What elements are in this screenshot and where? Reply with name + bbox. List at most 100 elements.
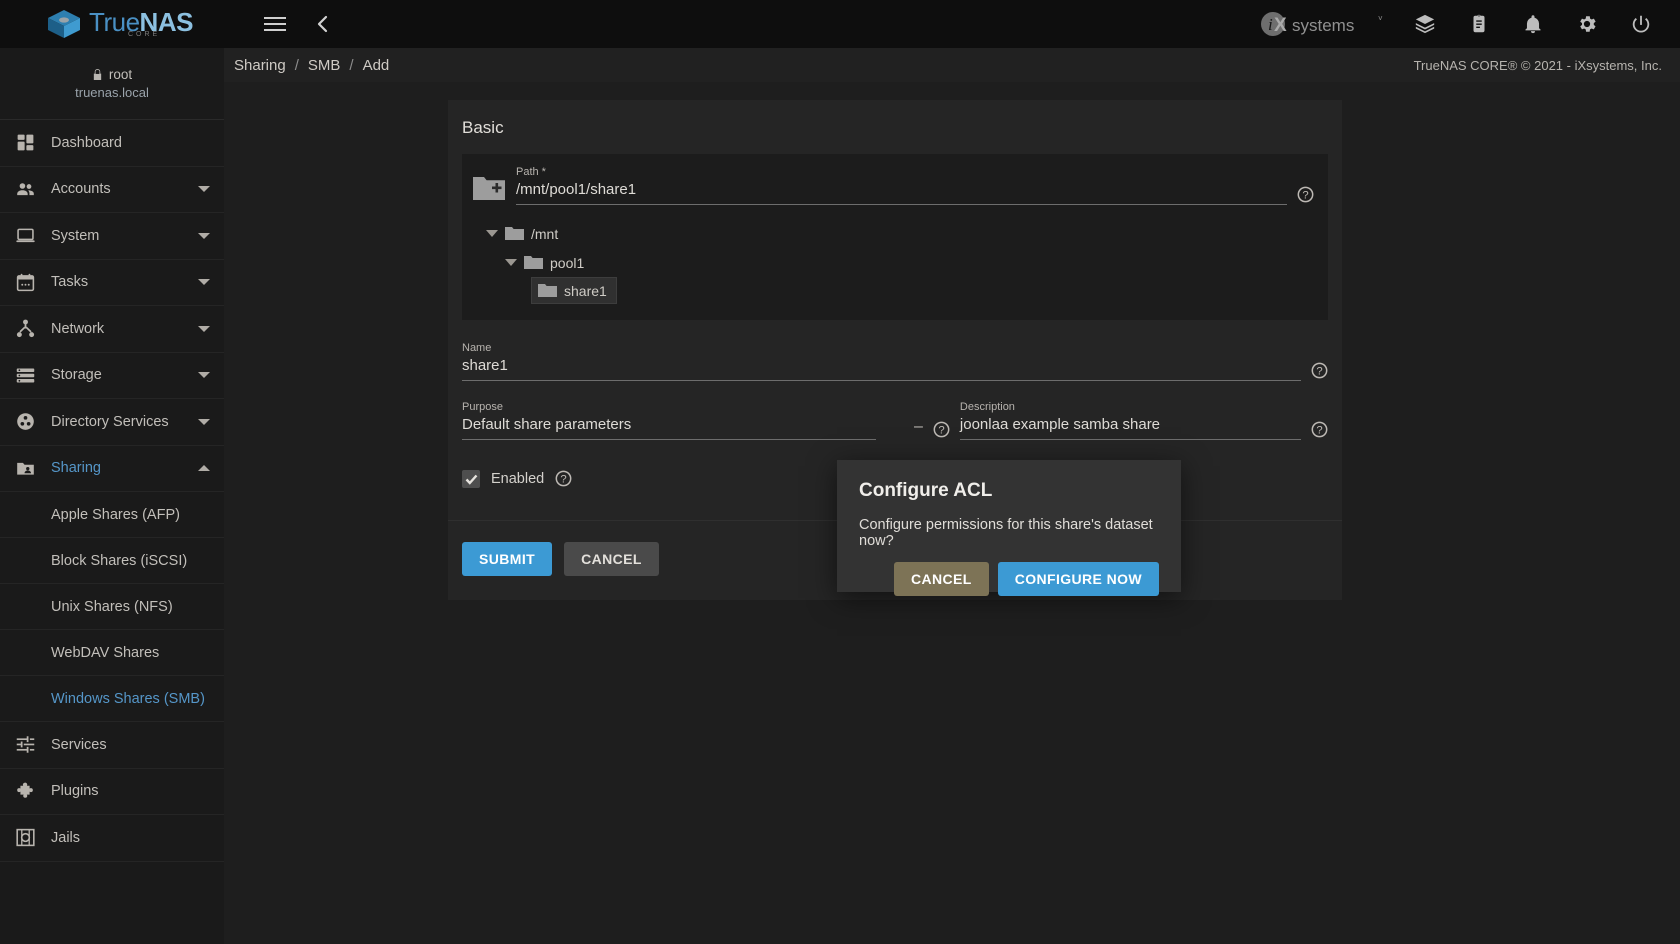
sidebar-item-label: Directory Services — [51, 413, 169, 430]
sidebar-item-jails[interactable]: Jails — [0, 815, 224, 862]
help-icon[interactable]: ? — [555, 470, 572, 487]
sharing-icon — [13, 456, 37, 480]
section-title-basic: Basic — [462, 118, 504, 137]
sidebar-item-system[interactable]: System — [0, 213, 224, 260]
cube-icon[interactable] — [1408, 7, 1442, 41]
sidebar-subitem-label: Apple Shares (AFP) — [51, 506, 180, 523]
dialog-cancel-button[interactable]: CANCEL — [893, 562, 989, 596]
path-field-row: Path * /mnt/pool1/share1 ? — [462, 166, 1328, 205]
check-icon — [465, 474, 477, 485]
tasks-icon — [13, 270, 37, 294]
chevron-left-icon[interactable] — [306, 7, 340, 41]
chevron-down-icon[interactable] — [198, 186, 210, 193]
breadcrumb-bar: Sharing / SMB / Add TrueNAS CORE® © 2021… — [224, 48, 1680, 82]
brand-logo[interactable]: TrueNAS CORE — [0, 0, 240, 48]
chevron-down-icon[interactable] — [198, 372, 210, 379]
help-icon[interactable]: ? — [933, 421, 950, 438]
sidebar-item-label: Dashboard — [51, 134, 122, 151]
svg-text:?: ? — [1302, 189, 1308, 201]
breadcrumb-smb[interactable]: SMB — [308, 57, 341, 74]
chevron-down-icon[interactable] — [198, 325, 210, 332]
path-input[interactable]: /mnt/pool1/share1 — [516, 181, 1287, 205]
breadcrumb-sharing[interactable]: Sharing — [234, 57, 286, 74]
user-block: root truenas.local — [0, 48, 224, 120]
sidebar-item-accounts[interactable]: Accounts — [0, 167, 224, 213]
enabled-checkbox[interactable] — [462, 470, 480, 488]
top-bar: TrueNAS CORE i X systems ˅ — [0, 0, 1680, 48]
sidebar-item-label: Plugins — [51, 783, 99, 800]
svg-text:X: X — [1274, 15, 1287, 36]
main-content: Basic Path * /mnt/pool1/share1 ? /mnt po… — [224, 82, 1680, 944]
name-field-row: Name share1 ? — [462, 342, 1328, 381]
sidebar-item-dashboard[interactable]: Dashboard — [0, 120, 224, 167]
folder-add-icon[interactable] — [472, 173, 506, 203]
dialog-configure-now-button[interactable]: CONFIGURE NOW — [997, 562, 1159, 596]
brand-core-sub: CORE — [128, 31, 161, 38]
configure-acl-dialog: Configure ACL Configure permissions for … — [837, 460, 1181, 596]
sidebar-item-label: Network — [51, 320, 105, 337]
description-field[interactable]: Description joonlaa example samba share — [959, 401, 1301, 440]
gear-icon[interactable] — [1570, 7, 1604, 41]
help-icon[interactable]: ? — [1311, 362, 1328, 379]
sidebar-item-block-shares[interactable]: Block Shares (iSCSI) — [0, 538, 224, 584]
services-icon — [13, 733, 37, 757]
sidebar-subitem-label: WebDAV Shares — [51, 644, 160, 661]
sidebar-subitem-label: Windows Shares (SMB) — [51, 690, 205, 707]
chevron-down-icon[interactable] — [505, 259, 517, 266]
purpose-label: Purpose — [462, 401, 503, 413]
tree-node-pool1[interactable]: pool1 — [505, 248, 1328, 277]
help-icon[interactable]: ? — [1311, 421, 1328, 438]
truenas-app: TrueNAS CORE i X systems ˅ root truenas.… — [0, 0, 1680, 944]
sidebar-item-webdav-shares[interactable]: WebDAV Shares — [0, 630, 224, 676]
purpose-field[interactable]: Purpose Default share parameters — [462, 401, 876, 440]
system-icon — [13, 224, 37, 248]
cancel-button[interactable]: CANCEL — [564, 542, 659, 576]
help-icon[interactable]: ? — [1297, 186, 1314, 203]
accounts-icon — [13, 177, 37, 201]
name-label: Name — [462, 342, 492, 354]
tree-node-share1[interactable]: share1 — [531, 277, 617, 304]
dialog-message: Configure permissions for this share's d… — [859, 517, 1153, 549]
folder-icon — [538, 284, 557, 297]
chevron-down-icon[interactable] — [198, 418, 210, 425]
purpose-select[interactable]: Default share parameters — [462, 416, 876, 440]
folder-icon — [524, 256, 543, 269]
chevron-down-icon[interactable] — [198, 279, 210, 286]
breadcrumb-add[interactable]: Add — [363, 57, 390, 74]
sidebar-item-sharing[interactable]: Sharing — [0, 446, 224, 492]
tree-node-label: pool1 — [550, 254, 585, 271]
svg-text:˅: ˅ — [1378, 14, 1383, 23]
name-field[interactable]: Name share1 — [462, 342, 1301, 381]
dialog-actions: CANCEL CONFIGURE NOW — [837, 549, 1181, 596]
submit-button[interactable]: SUBMIT — [462, 542, 553, 576]
sidebar-item-network[interactable]: Network — [0, 306, 224, 353]
sidebar-item-plugins[interactable]: Plugins — [0, 769, 224, 815]
sidebar-item-tasks[interactable]: Tasks — [0, 260, 224, 306]
power-icon[interactable] — [1624, 7, 1658, 41]
chevron-down-icon[interactable] — [486, 230, 498, 237]
sidebar-item-directory-services[interactable]: Directory Services — [0, 399, 224, 446]
sidebar: root truenas.local Dashboard Accounts Sy… — [0, 48, 224, 944]
sidebar-item-windows-shares[interactable]: Windows Shares (SMB) — [0, 676, 224, 722]
path-picker-panel: Path * /mnt/pool1/share1 ? /mnt pool1 sh… — [462, 154, 1328, 320]
sidebar-item-storage[interactable]: Storage — [0, 353, 224, 399]
chevron-down-icon[interactable] — [198, 232, 210, 239]
path-field[interactable]: Path * /mnt/pool1/share1 — [516, 166, 1287, 205]
dashboard-icon — [13, 131, 37, 155]
sidebar-item-apple-shares[interactable]: Apple Shares (AFP) — [0, 492, 224, 538]
network-icon — [13, 317, 37, 341]
sidebar-item-services[interactable]: Services — [0, 722, 224, 769]
tree-node-mnt[interactable]: /mnt — [486, 219, 1328, 248]
directory-services-icon — [13, 410, 37, 434]
sidebar-item-unix-shares[interactable]: Unix Shares (NFS) — [0, 584, 224, 630]
description-input[interactable]: joonlaa example samba share — [959, 416, 1301, 440]
name-input[interactable]: share1 — [462, 357, 1301, 381]
clipboard-icon[interactable] — [1462, 7, 1496, 41]
sidebar-item-label: Tasks — [51, 274, 89, 291]
chevron-up-icon[interactable] — [198, 465, 210, 472]
bell-icon[interactable] — [1516, 7, 1550, 41]
purpose-description-row: Purpose Default share parameters – ? Des… — [462, 401, 1328, 440]
hamburger-icon[interactable] — [258, 7, 292, 41]
user-name: root — [108, 67, 133, 82]
topbar-left-controls — [258, 7, 340, 41]
